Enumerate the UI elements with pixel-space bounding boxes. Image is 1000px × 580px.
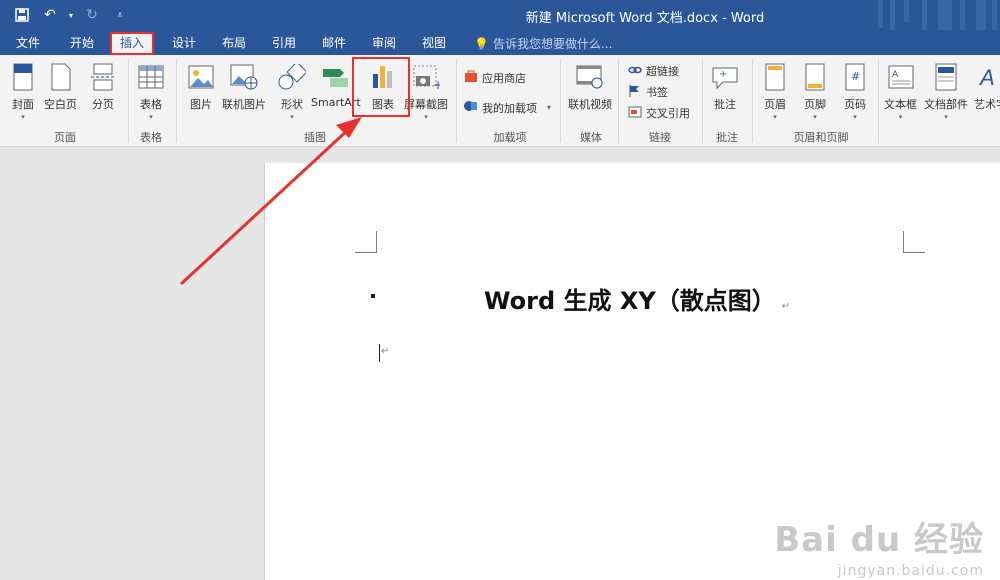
tab-file[interactable]: 文件 (8, 32, 48, 55)
chart-highlight-box (352, 57, 410, 117)
header-icon (760, 61, 790, 93)
cover-page-button[interactable]: 封面 ▾ (8, 61, 38, 121)
screenshot-icon: + (411, 61, 441, 93)
textbox-icon: A (886, 61, 916, 93)
tell-me-box[interactable]: 💡 告诉我您想要做什么... (474, 35, 612, 52)
store-icon (464, 69, 478, 86)
comment-icon: + (710, 61, 740, 93)
smartart-icon (321, 61, 351, 93)
document-area: Word 生成 XY（散点图） ↵ ↵ Bai du 经验 jingyan.bai… (0, 147, 1000, 580)
cover-page-icon (8, 61, 38, 93)
group-label-header-footer: 页眉和页脚 (793, 131, 849, 144)
window-title: 新建 Microsoft Word 文档.docx - Word (525, 11, 765, 26)
baidu-watermark: Bai du 经验 jingyan.baidu.com (774, 512, 984, 579)
group-label-tables: 表格 (140, 131, 162, 144)
footer-button[interactable]: 页脚 ▾ (800, 61, 830, 121)
title-bar: ↶ ▾ ↻ ⩡ 新建 Microsoft Word 文档.docx - Word (0, 0, 1000, 52)
separator (878, 59, 879, 143)
svg-text:+: + (719, 69, 727, 80)
tab-insert[interactable]: 插入 (110, 32, 155, 55)
cross-reference-button[interactable]: 交叉引用 (628, 105, 690, 121)
word-window: ↶ ▾ ↻ ⩡ 新建 Microsoft Word 文档.docx - Word… (0, 0, 1000, 580)
separator (176, 59, 177, 143)
tab-references[interactable]: 引用 (264, 32, 304, 55)
svg-text:#: # (851, 70, 860, 83)
paragraph-mark-empty: ↵ (381, 346, 390, 357)
separator (752, 59, 753, 143)
wordart-button[interactable]: A 艺术字 (974, 61, 1000, 112)
wordart-icon: A (976, 61, 1000, 93)
addins-icon (464, 99, 478, 116)
ribbon-tabs: 文件 开始 插入 设计 布局 引用 邮件 审阅 视图 💡 告诉我您想要做什么..… (0, 30, 1000, 55)
svg-text:+: + (433, 78, 440, 90)
group-label-media: 媒体 (580, 131, 602, 144)
cross-reference-icon (628, 106, 642, 121)
tab-mailings[interactable]: 邮件 (314, 32, 354, 55)
text-cursor (379, 344, 380, 362)
blank-page-icon (46, 61, 76, 93)
paragraph-bullet (371, 294, 375, 298)
shapes-button[interactable]: 形状 ▾ (277, 61, 307, 121)
watermark-main: Bai du 经验 (774, 520, 984, 560)
group-label-comments: 批注 (716, 131, 738, 144)
tab-design[interactable]: 设计 (164, 32, 204, 55)
tab-view[interactable]: 视图 (414, 32, 454, 55)
tell-me-placeholder: 告诉我您想要做什么... (492, 37, 613, 51)
page-number-icon: # (840, 61, 870, 93)
screenshot-button[interactable]: + 屏幕截图 ▾ (404, 61, 448, 121)
svg-text:A: A (978, 65, 995, 90)
document-page[interactable]: Word 生成 XY（散点图） ↵ ↵ Bai du 经验 jingyan.bai… (264, 163, 1000, 580)
tab-home[interactable]: 开始 (62, 32, 102, 55)
online-video-button[interactable]: 联机视频 (568, 61, 612, 112)
hyperlink-button[interactable]: 超链接 (628, 63, 679, 79)
quick-parts-button[interactable]: 文档部件 ▾ (924, 61, 968, 121)
bookmark-icon (628, 84, 642, 100)
watermark-sub: jingyan.baidu.com (837, 563, 984, 579)
blank-page-button[interactable]: 空白页 (44, 61, 77, 112)
my-addins-button[interactable]: 我的加载项 ▾ (464, 99, 551, 116)
online-video-icon (575, 61, 605, 93)
margin-corner-left (355, 231, 377, 253)
header-button[interactable]: 页眉 ▾ (760, 61, 790, 121)
tab-layout[interactable]: 布局 (214, 32, 254, 55)
lightbulb-icon: 💡 (474, 36, 489, 51)
comment-button[interactable]: + 批注 (710, 61, 740, 112)
document-heading[interactable]: Word 生成 XY（散点图） ↵ (484, 281, 790, 316)
separator (456, 59, 457, 143)
group-label-illustrations: 插图 (304, 131, 326, 144)
quick-parts-icon (931, 61, 961, 93)
group-label-addins: 加载项 (493, 131, 527, 144)
picture-icon (186, 61, 216, 93)
separator (560, 59, 561, 143)
ribbon-insert: 封面 ▾ 空白页 分页 页面 表格 ▾ 表格 图片 联机图片 形状 ▾ Smar… (0, 55, 1000, 147)
bookmark-button[interactable]: 书签 (628, 84, 668, 100)
page-break-button[interactable]: 分页 (88, 61, 118, 112)
table-button[interactable]: 表格 ▾ (136, 61, 166, 121)
margin-corner-right (903, 231, 925, 253)
store-button[interactable]: 应用商店 (464, 69, 526, 86)
table-icon (136, 61, 166, 93)
footer-icon (800, 61, 830, 93)
online-picture-button[interactable]: 联机图片 (222, 61, 266, 112)
group-label-pages: 页面 (54, 131, 76, 144)
online-picture-icon (229, 61, 259, 93)
page-break-icon (88, 61, 118, 93)
page-number-button[interactable]: # 页码 ▾ (840, 61, 870, 121)
textbox-button[interactable]: A 文本框 ▾ (884, 61, 917, 121)
paragraph-mark: ↵ (781, 301, 791, 312)
svg-text:A: A (892, 70, 899, 80)
separator (702, 59, 703, 143)
picture-button[interactable]: 图片 (186, 61, 216, 112)
separator (128, 59, 129, 143)
link-icon (628, 64, 642, 79)
shapes-icon (277, 61, 307, 93)
group-label-links: 链接 (649, 131, 671, 144)
tab-review[interactable]: 审阅 (364, 32, 404, 55)
separator (618, 59, 619, 143)
